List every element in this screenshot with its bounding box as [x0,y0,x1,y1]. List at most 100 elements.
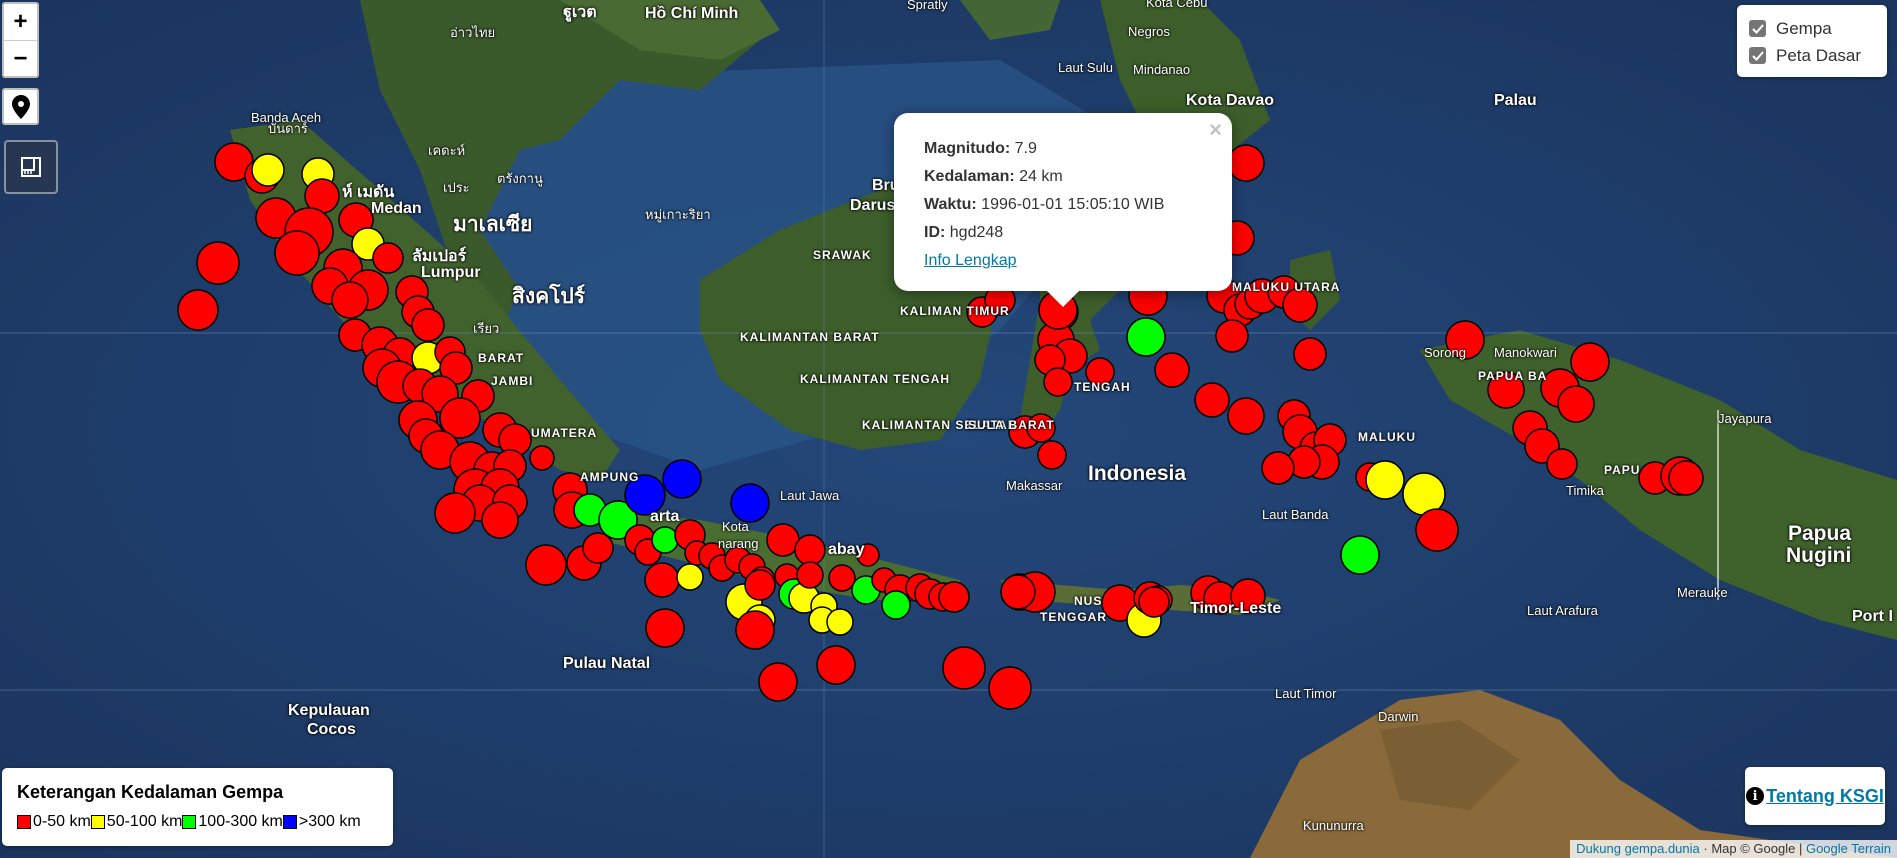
checkbox-checked-icon[interactable] [1749,20,1766,37]
earthquake-marker-red[interactable] [529,445,555,471]
earthquake-marker-red[interactable] [942,646,986,690]
earthquake-marker-red[interactable] [331,281,369,319]
earthquake-marker-red[interactable] [1293,337,1327,371]
earthquake-marker-red[interactable] [766,523,800,557]
map-label-kota-semarang: Kota [722,519,749,534]
earthquake-marker-green[interactable] [1340,535,1380,575]
earthquake-marker-red[interactable] [1154,352,1190,388]
map-label-jakarta: arta [650,508,680,525]
earthquake-marker-red[interactable] [274,230,320,276]
layer-toggle-gempa[interactable]: Gempa [1749,15,1879,42]
close-icon[interactable]: × [1209,117,1222,143]
map-label-laut-jawa: Laut Jawa [780,488,840,503]
earthquake-marker-red[interactable] [1194,382,1230,418]
map-label-mindanao: Mindanao [1133,62,1191,77]
earthquake-marker-red[interactable] [645,608,685,648]
earthquake-marker-red[interactable] [582,532,614,564]
map-label-sulbar: SULA BARAT [968,418,1055,432]
earthquake-marker-green[interactable] [651,526,679,554]
legend-label: 50-100 km [106,813,183,830]
popup-depth-row: Kedalaman: 24 km [924,163,1208,191]
earthquake-marker-red[interactable] [988,666,1032,710]
map-label-kepulauan-cocos: Kepulauan [288,702,370,719]
earthquake-marker-yellow[interactable] [826,608,854,636]
map-label-merauke: Merauke [1677,585,1728,600]
earthquake-marker-blue[interactable] [730,483,770,523]
earthquake-marker-red[interactable] [1037,440,1067,470]
earthquake-marker-red[interactable] [828,564,856,592]
map-label-spratly: Spratly [907,0,948,12]
tentang-ksgi-link[interactable]: Tentang KSGI [1766,786,1884,807]
earthquake-marker-green[interactable] [881,590,911,620]
map-label-makassar: Makassar [1006,478,1063,493]
earthquake-marker-red[interactable] [644,562,680,598]
id-label: ID: [924,224,946,241]
info-lengkap-link[interactable]: Info Lengkap [924,252,1017,269]
earthquake-marker-red[interactable] [735,610,775,650]
earthquake-popup: × Magnitudo: 7.9 Kedalaman: 24 km Waktu:… [894,113,1232,291]
earthquake-marker-yellow[interactable] [251,153,285,187]
earthquake-marker-red[interactable] [177,289,219,331]
about-box: i Tentang KSGI [1745,767,1885,825]
layer-label: Peta Dasar [1776,45,1862,65]
earthquake-marker-red[interactable] [411,308,445,342]
layer-label: Gempa [1776,18,1832,38]
locate-button[interactable] [2,88,39,125]
map-label-port-m: Port I [1852,608,1893,625]
map-label-laut-arafura: Laut Arafura [1527,603,1598,618]
legend-items: 0-50 km 50-100 km 100-300 km >300 km [17,813,378,831]
map-label-thai-perak: เประ [443,180,470,195]
measure-button[interactable] [4,140,58,194]
earthquake-marker-red[interactable] [1570,342,1610,382]
map-label-thai-kedah: เคดะห์ [428,143,466,158]
earthquake-marker-red[interactable] [796,561,824,589]
earthquake-marker-red[interactable] [525,544,567,586]
popup-link-row: Info Lengkap [924,247,1208,275]
earthquake-marker-red[interactable] [1227,397,1265,435]
earthquake-marker-red[interactable] [1261,451,1295,485]
earthquake-marker-blue[interactable] [662,459,702,499]
earthquake-marker-green[interactable] [1126,317,1166,357]
layer-toggle-peta-dasar[interactable]: Peta Dasar [1749,42,1879,69]
checkbox-checked-icon[interactable] [1749,47,1766,64]
popup-id-row: ID: hgd248 [924,219,1208,247]
earthquake-marker-red[interactable] [372,242,404,274]
earthquake-marker-red[interactable] [744,569,776,601]
attribution-link-dukung[interactable]: Dukung gempa.dunia [1576,841,1700,856]
earthquake-marker-red[interactable] [794,534,826,566]
earthquake-marker-yellow[interactable] [676,563,704,591]
earthquake-marker-red[interactable] [1138,586,1170,618]
earthquake-marker-red[interactable] [434,492,476,534]
earthquake-marker-red[interactable] [1000,574,1036,610]
earthquake-marker-red[interactable] [816,645,856,685]
map-label-papua-barat: PAPUA BA [1478,369,1548,383]
earthquake-marker-red[interactable] [1546,448,1578,480]
earthquake-marker-red[interactable] [1557,385,1595,423]
map-label-thai-terengganu: ตรังกานู [497,171,543,186]
earthquake-marker-red[interactable] [1227,144,1265,182]
map-label-cocos: Cocos [307,721,356,738]
map-label-laut-sulu: Laut Sulu [1058,60,1113,75]
earthquake-marker-red[interactable] [938,581,970,613]
map-attribution: Dukung gempa.dunia · Map © Google | Goog… [1570,840,1897,858]
legend-label: 100-300 km [198,813,283,830]
map-label-papua-nugini: Papua [1788,522,1852,545]
earthquake-marker-yellow[interactable] [1365,460,1405,500]
map-label-papua-nugini2: Nugini [1786,544,1852,567]
map-label-timika: Timika [1566,483,1604,498]
earthquake-marker-red[interactable] [1215,319,1249,353]
attribution-link-terrain[interactable]: Google Terrain [1806,841,1891,856]
earthquake-marker-red[interactable] [1415,508,1459,552]
earthquake-marker-red[interactable] [758,662,798,702]
earthquake-marker-red[interactable] [481,501,519,539]
map-label-kununurra: Kununurra [1303,818,1364,833]
time-value: 1996-01-01 15:05:10 WIB [981,196,1165,213]
zoom-out-button[interactable]: − [4,40,37,76]
earthquake-marker-red[interactable] [1668,460,1704,496]
zoom-in-button[interactable]: + [4,4,37,40]
map-label-lampung: AMPUNG [580,470,640,484]
earthquake-marker-red[interactable] [1043,367,1073,397]
map-label-maluku: MALUKU [1358,430,1416,444]
earthquake-marker-red[interactable] [196,241,240,285]
legend-swatch-blue [282,815,297,829]
